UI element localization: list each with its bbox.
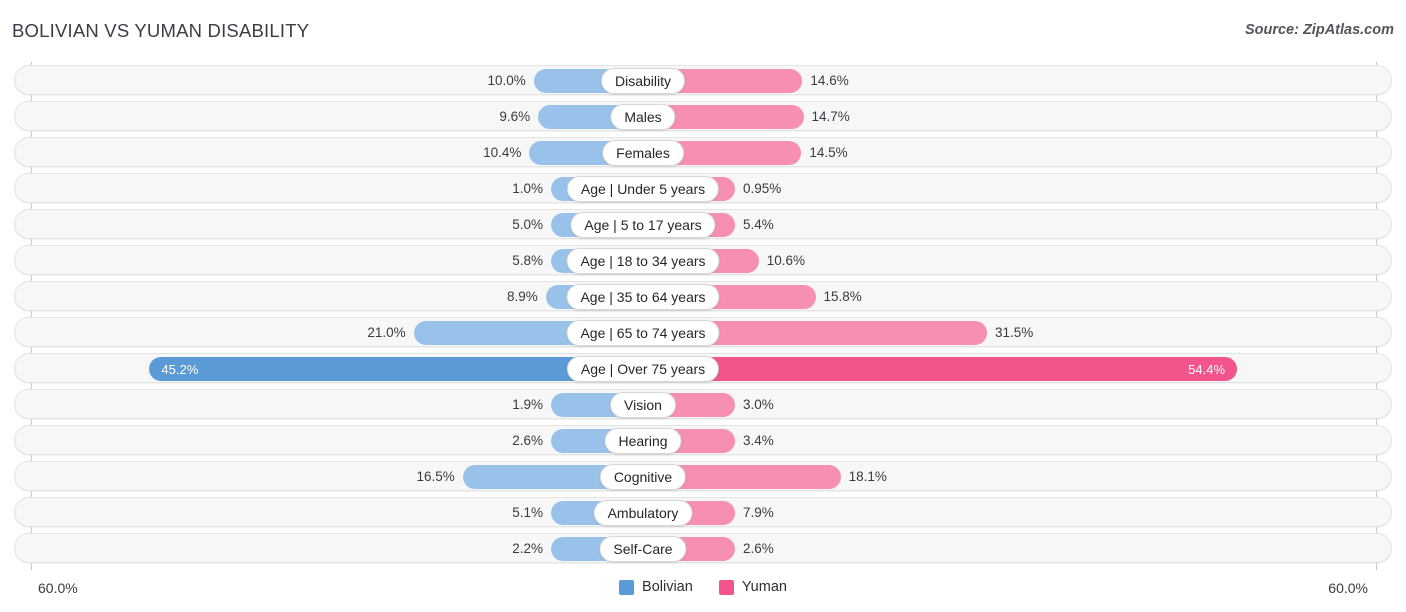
table-row[interactable]: 21.0% 31.5% Age | 65 to 74 years xyxy=(14,317,1392,347)
value-label-bolivian: 1.0% xyxy=(512,181,543,196)
value-label-bolivian: 8.9% xyxy=(507,289,538,304)
value-label-yuman: 2.6% xyxy=(743,541,774,556)
category-label[interactable]: Age | 65 to 74 years xyxy=(566,320,720,346)
value-label-yuman: 31.5% xyxy=(994,325,1034,340)
value-label-yuman: 5.4% xyxy=(743,217,774,232)
table-row[interactable]: 10.4% 14.5% Females xyxy=(14,137,1392,167)
table-row[interactable]: 1.0% 0.95% Age | Under 5 years xyxy=(14,173,1392,203)
category-label[interactable]: Age | Over 75 years xyxy=(566,356,720,382)
source-attribution: Source: ZipAtlas.com xyxy=(1244,22,1394,38)
value-label-yuman: 7.9% xyxy=(743,505,774,520)
table-row[interactable]: 16.5% 18.1% Cognitive xyxy=(14,461,1392,491)
chart-footer: 60.0% 60.0% Bolivian Yuman xyxy=(0,576,1406,612)
category-label[interactable]: Ambulatory xyxy=(593,500,693,526)
category-label[interactable]: Self-Care xyxy=(599,536,687,562)
table-row[interactable]: 2.2% 2.6% Self-Care xyxy=(14,533,1392,563)
category-label[interactable]: Females xyxy=(602,140,684,166)
value-label-yuman: 3.4% xyxy=(743,433,774,448)
value-label-yuman: 10.6% xyxy=(766,253,806,268)
value-label-bolivian: 9.6% xyxy=(499,109,531,124)
table-row[interactable]: 10.0% 14.6% Disability xyxy=(14,65,1392,95)
value-label-yuman: 14.6% xyxy=(810,73,849,88)
chart-page: BOLIVIAN VS YUMAN DISABILITY Source: Zip… xyxy=(0,0,1406,612)
page-title: BOLIVIAN VS YUMAN DISABILITY xyxy=(12,20,310,41)
category-label[interactable]: Age | 5 to 17 years xyxy=(570,212,716,238)
value-label-bolivian: 2.6% xyxy=(512,433,543,448)
legend-item-bolivian[interactable]: Bolivian xyxy=(619,579,693,595)
value-label-yuman: 18.1% xyxy=(848,469,887,484)
category-label[interactable]: Hearing xyxy=(604,428,682,454)
value-label-bolivian: 10.0% xyxy=(487,73,526,88)
value-label-bolivian: 45.2% xyxy=(161,362,199,377)
value-label-yuman: 0.95% xyxy=(743,181,782,196)
chart-legend: Bolivian Yuman xyxy=(0,579,1406,595)
category-label[interactable]: Cognitive xyxy=(599,464,687,490)
value-label-bolivian: 5.8% xyxy=(512,253,543,268)
category-label[interactable]: Age | 18 to 34 years xyxy=(566,248,720,274)
value-label-bolivian: 10.4% xyxy=(483,145,522,160)
category-label[interactable]: Males xyxy=(610,104,676,130)
legend-label-bolivian: Bolivian xyxy=(642,579,693,595)
bar-yuman[interactable] xyxy=(643,357,1238,381)
table-row[interactable]: 5.0% 5.4% Age | 5 to 17 years xyxy=(14,209,1392,239)
legend-swatch-yuman xyxy=(718,579,734,595)
table-row[interactable]: 2.6% 3.4% Hearing xyxy=(14,425,1392,455)
table-row[interactable]: 8.9% 15.8% Age | 35 to 64 years xyxy=(14,281,1392,311)
category-label[interactable]: Age | Under 5 years xyxy=(566,176,720,202)
table-row[interactable]: 45.2% 54.4% Age | Over 75 years xyxy=(14,353,1392,383)
legend-item-yuman[interactable]: Yuman xyxy=(718,579,787,595)
value-label-bolivian: 21.0% xyxy=(367,325,406,340)
table-row[interactable]: 5.8% 10.6% Age | 18 to 34 years xyxy=(14,245,1392,275)
category-label[interactable]: Age | 35 to 64 years xyxy=(566,284,720,310)
legend-label-yuman: Yuman xyxy=(741,579,787,595)
value-label-bolivian: 1.9% xyxy=(512,397,543,412)
table-row[interactable]: 5.1% 7.9% Ambulatory xyxy=(14,497,1392,527)
value-label-bolivian: 5.0% xyxy=(512,217,543,232)
value-label-yuman: 15.8% xyxy=(823,289,862,304)
table-row[interactable]: 1.9% 3.0% Vision xyxy=(14,389,1392,419)
value-label-yuman: 54.4% xyxy=(1188,362,1226,377)
table-row[interactable]: 9.6% 14.7% Males xyxy=(14,101,1392,131)
value-label-bolivian: 5.1% xyxy=(512,505,543,520)
chart-plot-area: 10.0% 14.6% Disability 9.6% 14.7% Males 10.4% 1… xyxy=(0,62,1406,572)
legend-swatch-bolivian xyxy=(619,579,635,595)
value-label-bolivian: 16.5% xyxy=(416,469,455,484)
value-label-yuman: 14.7% xyxy=(811,109,850,124)
value-label-yuman: 14.5% xyxy=(809,145,848,160)
value-label-bolivian: 2.2% xyxy=(512,541,543,556)
category-label[interactable]: Disability xyxy=(600,68,686,94)
value-label-yuman: 3.0% xyxy=(743,397,774,412)
category-label[interactable]: Vision xyxy=(610,392,676,418)
